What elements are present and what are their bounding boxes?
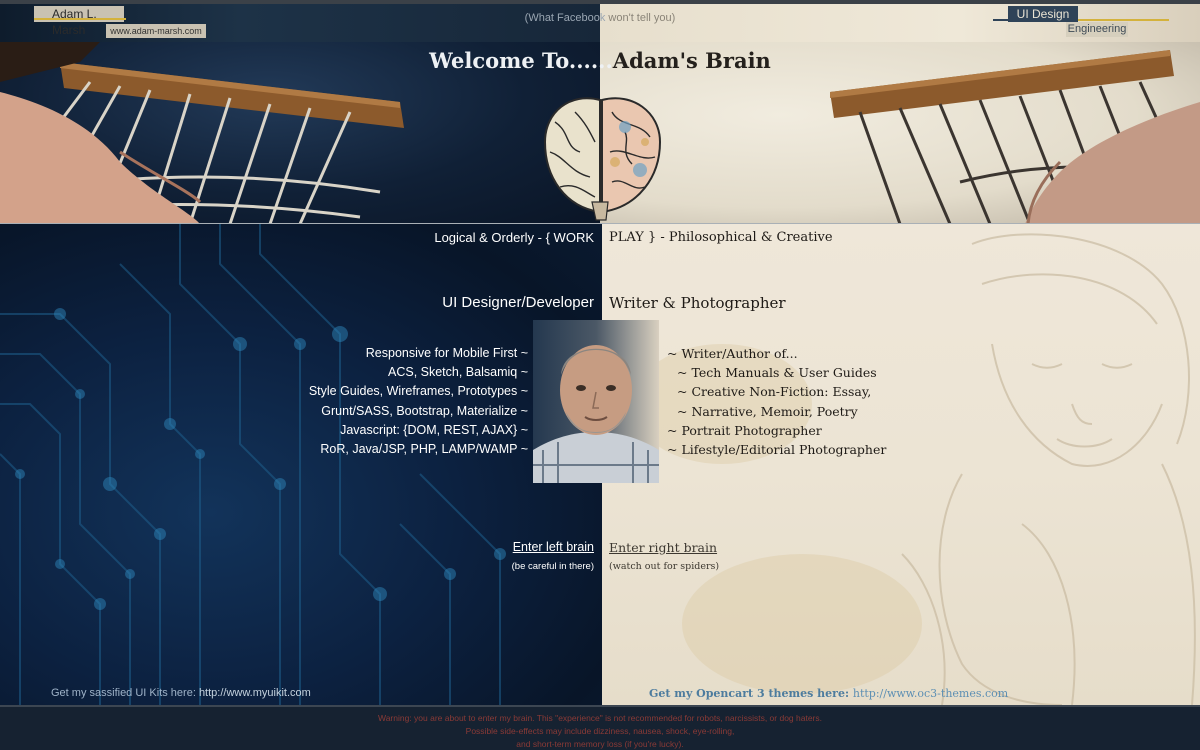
right-skill-item: ~ Narrative, Memoir, Poetry bbox=[677, 403, 858, 419]
enter-right-brain-link[interactable]: Enter right brain bbox=[609, 540, 717, 555]
right-skill-item: ~ Writer/Author of... bbox=[667, 346, 798, 361]
logo-url[interactable]: www.adam-marsh.com bbox=[106, 24, 206, 38]
tagline-right: won't tell you) bbox=[605, 12, 676, 24]
right-kit-promo: Get my Opencart 3 themes here: http://ww… bbox=[649, 687, 1008, 700]
footer-line-3: and short-term memory loss (if you're lu… bbox=[516, 739, 684, 749]
right-skill-item: ~ Lifestyle/Editorial Photographer bbox=[667, 442, 887, 458]
left-skill-item: Style Guides, Wireframes, Prototypes ~ bbox=[308, 384, 528, 399]
left-skill-item: Responsive for Mobile First ~ bbox=[365, 346, 528, 360]
welcome-right: Adam's Brain bbox=[612, 48, 771, 73]
engineering-badge[interactable]: Engineering bbox=[1066, 22, 1128, 37]
left-skill-item: Grunt/SASS, Bootstrap, Materialize ~ bbox=[321, 403, 528, 418]
footer-warning: Warning: you are about to enter my brain… bbox=[0, 705, 1200, 750]
top-bar: Adam L. Marsh www.adam-marsh.com (What F… bbox=[0, 0, 1200, 42]
left-kit-prefix: Get my sassified UI Kits here: bbox=[51, 687, 199, 699]
left-skill-item: ACS, Sketch, Balsamiq ~ bbox=[388, 365, 528, 380]
left-role-heading: UI Designer/Developer bbox=[442, 294, 594, 311]
portrait-photo bbox=[533, 320, 659, 483]
left-skill-item: RoR, Java/JSP, PHP, LAMP/WAMP ~ bbox=[320, 442, 528, 457]
right-role-heading: Writer & Photographer bbox=[609, 294, 786, 312]
top-bar-shade bbox=[0, 0, 1200, 4]
right-skill-item: ~ Tech Manuals & User Guides bbox=[677, 365, 877, 381]
welcome-left: Welcome To...... bbox=[429, 48, 613, 73]
tagline-left: (What Facebook bbox=[524, 12, 606, 24]
left-skills-list: Responsive for Mobile First ~ ACS, Sketc… bbox=[309, 344, 528, 459]
right-skill-item: ~ Creative Non-Fiction: Essay, bbox=[677, 384, 872, 400]
left-skill-item: Javascript: {DOM, REST, AJAX} ~ bbox=[340, 422, 528, 437]
myuikit-link[interactable]: http://www.myuikit.com bbox=[199, 687, 311, 699]
ui-design-badge[interactable]: UI Design bbox=[1008, 6, 1078, 22]
right-hammock-illustration bbox=[830, 50, 1200, 224]
logo-underline bbox=[34, 18, 126, 20]
welcome-heading: Welcome To......Adam's Brain bbox=[0, 48, 1200, 73]
right-kit-prefix: Get my Opencart 3 themes here: bbox=[649, 687, 853, 700]
right-skill-item: ~ Portrait Photographer bbox=[667, 422, 822, 438]
tagline: (What Facebook won't tell you) bbox=[400, 12, 800, 24]
left-motto: Logical & Orderly - { WORK bbox=[434, 230, 594, 245]
left-kit-promo: Get my sassified UI Kits here: http://ww… bbox=[51, 687, 311, 699]
right-motto: PLAY } - Philosophical & Creative bbox=[609, 230, 833, 245]
footer-line-1: Warning: you are about to enter my brain… bbox=[378, 713, 822, 723]
footer-line-2: Possible side-effects may include dizzin… bbox=[465, 726, 735, 736]
right-skills-list: ~ Writer/Author of... ~ Tech Manuals & U… bbox=[667, 344, 886, 459]
brain-illustration bbox=[543, 97, 662, 221]
oc3-themes-link[interactable]: http://www.oc3-themes.com bbox=[853, 687, 1008, 700]
right-warning-note: (watch out for spiders) bbox=[609, 561, 720, 572]
enter-left-brain-link[interactable]: Enter left brain bbox=[513, 540, 594, 554]
left-warning-note: (be careful in there) bbox=[511, 561, 594, 572]
